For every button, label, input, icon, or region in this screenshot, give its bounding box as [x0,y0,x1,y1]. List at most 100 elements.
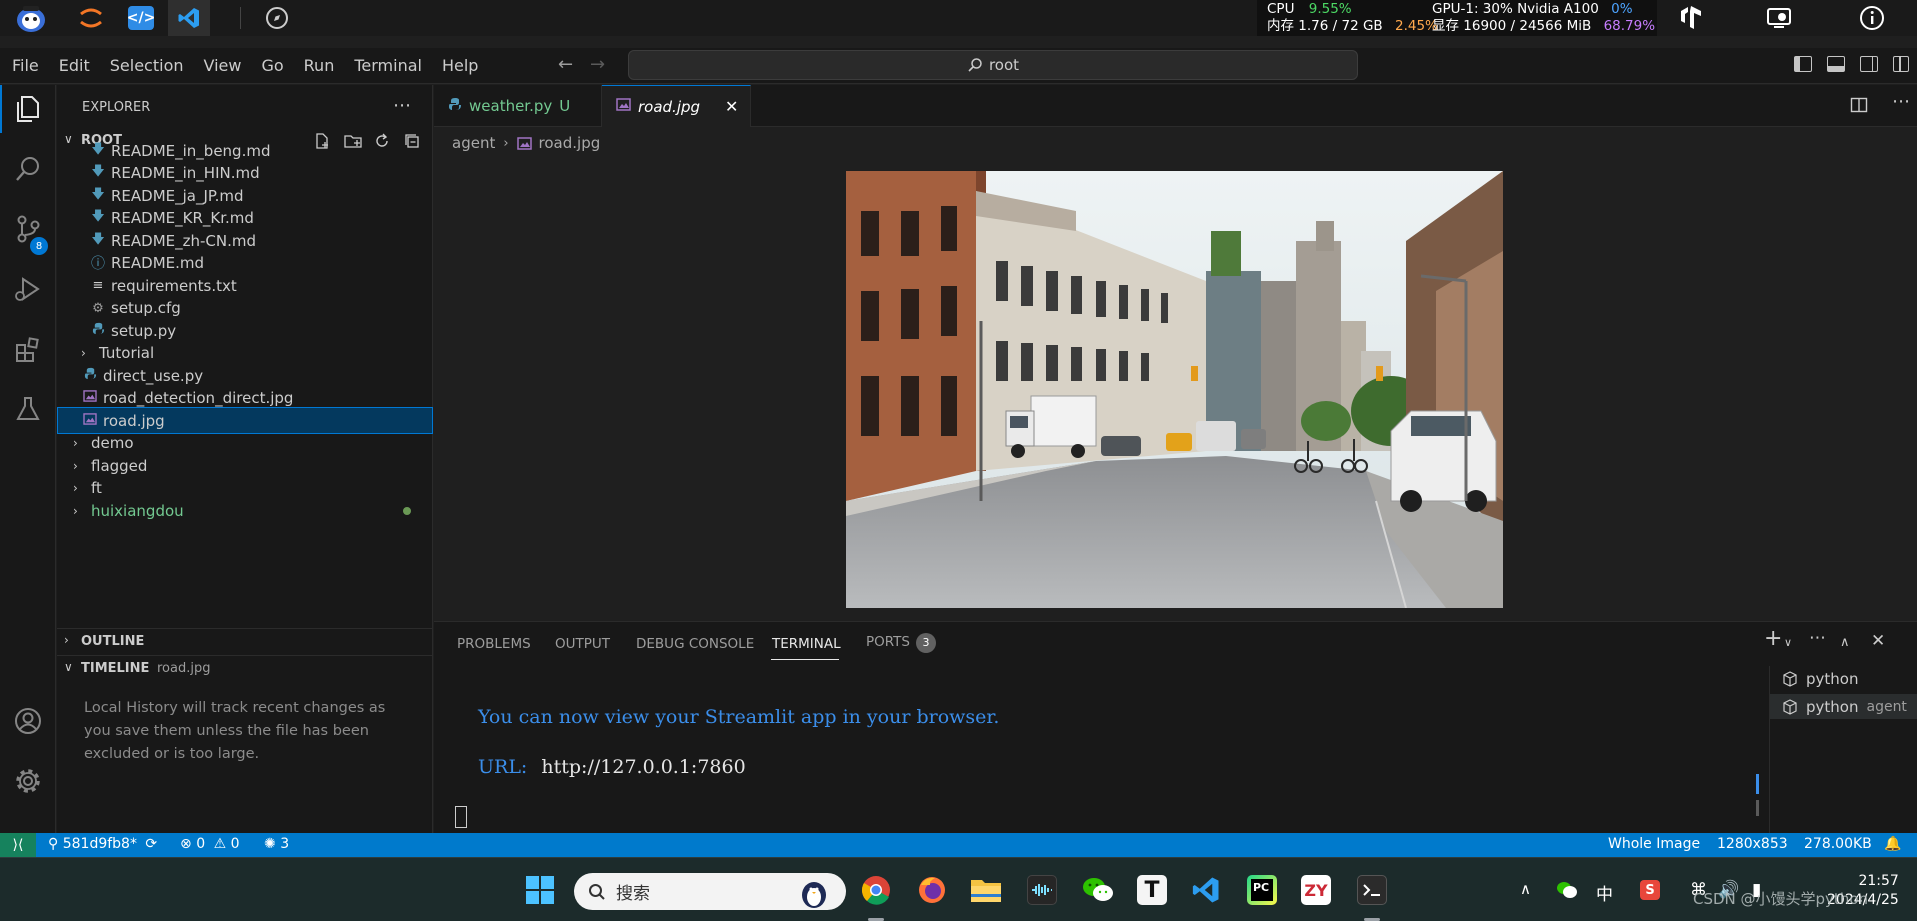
menu-selection[interactable]: Selection [98,48,192,84]
menu-view[interactable]: View [192,48,250,84]
extensions-icon[interactable] [8,329,48,369]
terminal-item-python[interactable]: python [1770,666,1917,691]
timeline-file: road.jpg [157,661,211,676]
status-bar: ⟩⟨ ⚲ 581d9fb8* ⟳ ⊗ 0 ⚠ 0 ✺ 3 Whole Image… [0,833,1917,857]
breadcrumb-folder[interactable]: agent [452,134,495,152]
chevron-right-icon: › [73,481,78,495]
zotero-icon[interactable]: ZY [1298,872,1334,908]
jupyter-icon[interactable] [70,0,112,36]
code-server-icon[interactable]: </> [120,0,162,36]
taskbar-search[interactable]: 搜索 [574,873,846,910]
tree-item[interactable]: › huixiangdou [57,497,433,524]
ports-label: PORTS [866,634,910,650]
panel-tab-ports[interactable]: PORTS 3 [866,633,936,653]
menu-edit[interactable]: Edit [47,48,98,84]
tree-item-label: README.md [111,254,205,272]
git-branch[interactable]: ⚲ 581d9fb8* ⟳ [48,836,157,852]
url-value[interactable]: http://127.0.0.1:7860 [541,756,745,778]
timeline-section-header[interactable]: ∨ TIMELINE road.jpg [57,655,433,679]
menu-run[interactable]: Run [292,48,343,84]
tab-road-jpg[interactable]: road.jpg ✕ [602,85,751,127]
windows-start-icon[interactable] [522,872,558,908]
breadcrumb-file[interactable]: road.jpg [539,134,601,152]
tree-item-label: README_in_HIN.md [111,164,260,182]
outline-section-header[interactable]: › OUTLINE [57,628,433,652]
editor-more-actions-icon[interactable]: ⋯ [1892,91,1910,112]
sync-icon[interactable]: ⟳ [145,836,157,852]
panel-tab-output[interactable]: OUTPUT [555,636,610,652]
menu-go[interactable]: Go [249,48,291,84]
text-file-icon: ≡ [92,278,104,293]
panel-tab-terminal[interactable]: TERMINAL [772,636,841,652]
wechat-icon[interactable] [1080,872,1116,908]
terminal-scrollbar[interactable] [1756,774,1760,818]
remote-indicator-icon[interactable]: ⟩⟨ [0,833,36,857]
typora-icon[interactable]: T [1134,872,1170,908]
chevron-right-icon: › [73,458,78,473]
menu-file[interactable]: File [0,48,47,84]
penguin-icon [802,882,826,908]
chrome-icon[interactable] [858,872,894,908]
close-icon[interactable]: ✕ [725,97,738,116]
python-icon [81,367,99,384]
arrow-left-icon[interactable]: ← [558,54,573,75]
tree-item-label: README_ja_JP.md [111,186,244,205]
terminal-item-name: python [1806,697,1859,716]
image-icon [81,390,99,406]
toggle-panel-icon[interactable] [1827,56,1845,72]
toggle-secondary-sidebar-icon[interactable] [1860,56,1878,72]
tray-chevron-up-icon[interactable]: ∧ [1520,880,1531,898]
terminal-item-python-agent[interactable]: python agent [1770,694,1917,719]
customize-layout-icon[interactable] [1893,56,1909,72]
problems-indicator[interactable]: ⊗ 0 ⚠ 0 [180,836,240,852]
terminal-app-icon[interactable] [1354,872,1390,908]
firefox-icon[interactable] [914,872,950,908]
manage-gear-icon[interactable] [8,761,48,801]
testing-flask-icon[interactable] [8,389,48,429]
modified-dot [403,507,411,515]
run-debug-icon[interactable] [8,269,48,309]
arrow-right-icon[interactable]: → [590,54,605,75]
file-explorer-icon[interactable] [968,872,1004,908]
toggle-primary-sidebar-icon[interactable] [1794,56,1812,72]
tree-item-label: direct_use.py [103,366,204,385]
pycharm-icon[interactable]: PC [1244,872,1280,908]
tree-item-label: road.jpg [103,411,165,430]
panel-more-icon[interactable]: ⋯ [1809,628,1826,648]
split-editor-icon[interactable] [1850,96,1868,118]
image-preview-road[interactable] [846,171,1503,608]
explorer-icon[interactable] [8,89,48,129]
image-zoom-mode[interactable]: Whole Image [1608,836,1700,852]
search-view-icon[interactable] [8,149,48,189]
audio-waves-app-icon[interactable] [1024,872,1060,908]
close-panel-icon[interactable]: ✕ [1871,631,1885,651]
search-icon [968,58,982,72]
remote-session-icon[interactable] [1765,4,1793,32]
app-mascot-icon[interactable] [10,0,52,36]
ime-indicator[interactable]: 中 [1596,880,1613,905]
notifications-bell-icon[interactable]: 🔔 [1884,836,1901,852]
sogou-ime-icon[interactable]: S [1640,880,1660,900]
tensorflow-icon[interactable] [1677,4,1705,32]
maximize-panel-icon[interactable]: ∧ [1840,635,1850,650]
menu-help[interactable]: Help [430,48,486,84]
new-terminal-icon[interactable]: + [1764,626,1782,651]
accounts-icon[interactable] [8,701,48,741]
command-center-search[interactable]: root [628,50,1358,80]
more-actions-icon[interactable]: ⋯ [393,95,411,116]
vscode-taskbar-icon[interactable] [1188,872,1224,908]
csdn-watermark: CSDN @小馒头学python [1693,890,1869,908]
vram-label: 显存 16900 / 24566 MiB [1432,18,1592,34]
info-circle-icon[interactable] [1858,4,1886,32]
chevron-down-icon[interactable]: ∨ [1784,636,1792,649]
menu-terminal[interactable]: Terminal [342,48,430,84]
editor-tab-bar: weather.py U road.jpg ✕ ⋯ [434,85,1917,127]
tab-weather-py[interactable]: weather.py U [434,85,602,127]
vscode-app-icon[interactable] [168,0,210,36]
street-photo [846,171,1503,608]
ports-indicator[interactable]: ✺ 3 [264,836,289,852]
tray-wechat-icon[interactable] [1556,880,1578,905]
compass-icon[interactable] [256,0,298,36]
panel-tab-problems[interactable]: PROBLEMS [457,636,531,652]
panel-tab-debug-console[interactable]: DEBUG CONSOLE [636,636,754,652]
